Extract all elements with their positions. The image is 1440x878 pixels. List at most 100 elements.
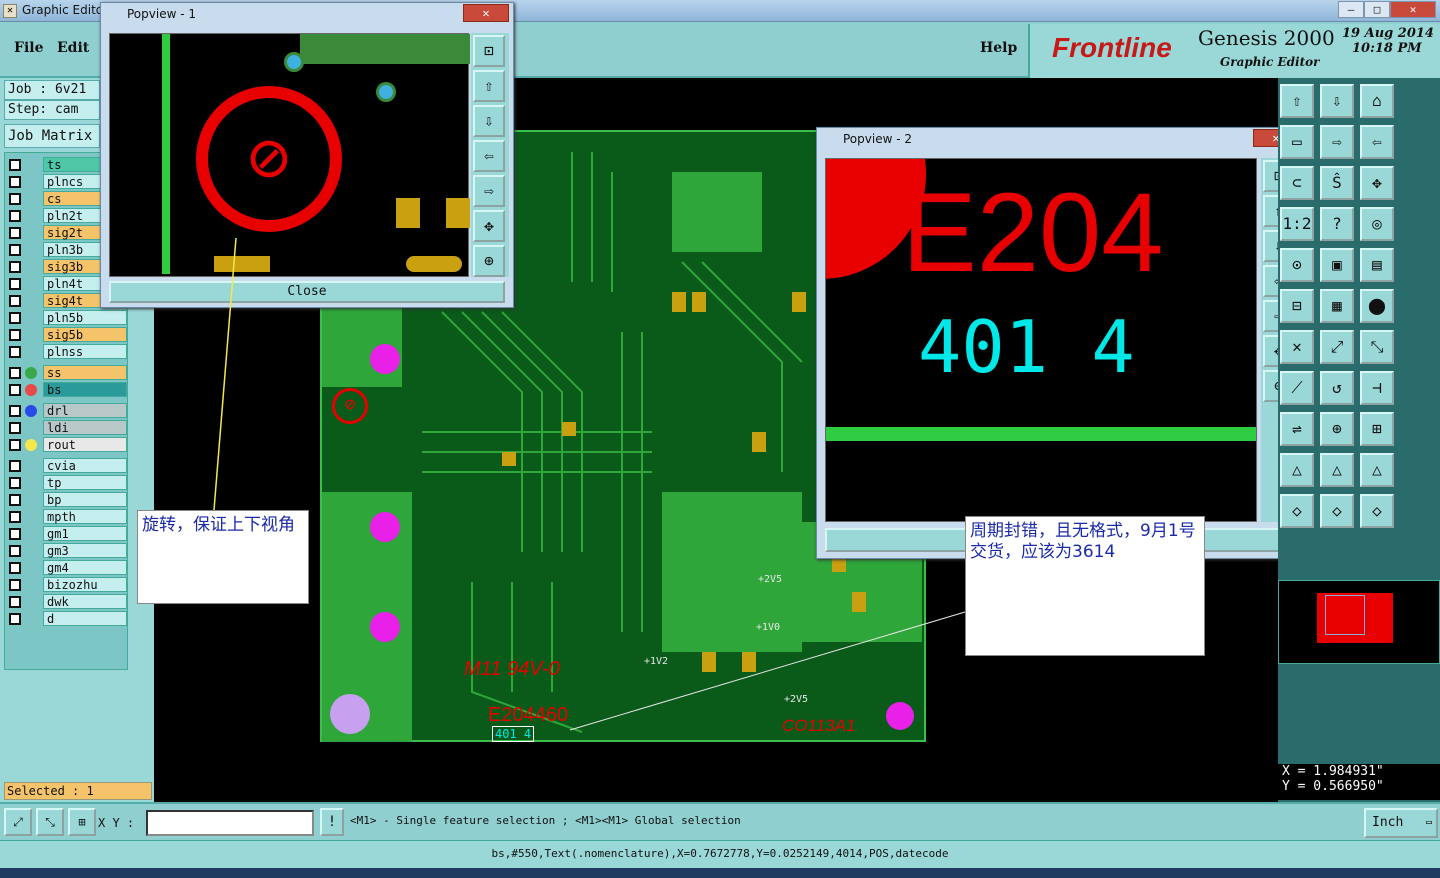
swap-icon[interactable]: ⇌ — [1280, 412, 1314, 446]
menu-file[interactable]: File — [14, 40, 43, 56]
popview-tool-3-icon[interactable]: ⇦ — [473, 140, 505, 172]
layer-checkbox[interactable] — [9, 159, 21, 171]
measure-tool-icon[interactable]: ⤢ — [4, 808, 32, 836]
delete-icon[interactable]: ✕ — [1280, 330, 1314, 364]
layer-row-dwk[interactable]: dwk — [7, 594, 127, 610]
layer-name[interactable]: ldi — [43, 420, 127, 435]
zoom-in-icon[interactable]: ⇧ — [1280, 84, 1314, 118]
layer-name[interactable]: rout — [43, 437, 127, 452]
line-icon[interactable]: ⟋ — [1280, 371, 1314, 405]
layer-checkbox[interactable] — [9, 261, 21, 273]
move-icon[interactable]: ⤢ — [1320, 330, 1354, 364]
snap-tool-icon[interactable]: ⤡ — [36, 808, 64, 836]
select-icon[interactable]: ⊙ — [1280, 248, 1314, 282]
alert-icon[interactable]: ! — [320, 808, 344, 836]
pointer-a-icon[interactable]: ◇ — [1280, 494, 1314, 528]
copy-icon[interactable]: ⤡ — [1360, 330, 1394, 364]
layer-name[interactable]: mpth — [43, 509, 127, 524]
layer-checkbox[interactable] — [9, 193, 21, 205]
layer-checkbox[interactable] — [9, 562, 21, 574]
layer-name[interactable]: dwk — [43, 594, 127, 609]
layer-row-bizozhu[interactable]: bizozhu — [7, 577, 127, 593]
layer-name[interactable]: bs — [43, 382, 127, 397]
layer-checkbox[interactable] — [9, 596, 21, 608]
xy-input[interactable] — [146, 810, 314, 836]
layer-row-mpth[interactable]: mpth — [7, 509, 127, 525]
measure-icon[interactable]: ⊟ — [1280, 289, 1314, 323]
layer-row-drl[interactable]: drl — [7, 403, 127, 419]
layer-row-pln5b[interactable]: pln5b — [7, 310, 127, 326]
triangle-a-icon[interactable]: △ — [1280, 453, 1314, 487]
layer-name[interactable]: sig5b — [43, 327, 127, 342]
layer-row-rout[interactable]: rout — [7, 437, 127, 453]
triangle-c-icon[interactable]: △ — [1360, 453, 1394, 487]
add-icon[interactable]: ⊕ — [1320, 412, 1354, 446]
layer-name[interactable]: d — [43, 611, 127, 626]
popview-tool-5-icon[interactable]: ✥ — [473, 210, 505, 242]
layer-checkbox[interactable] — [9, 346, 21, 358]
pattern-icon[interactable]: ▦ — [1320, 289, 1354, 323]
window-close-button[interactable]: ✕ — [1390, 1, 1436, 18]
home-icon[interactable]: ⌂ — [1360, 84, 1394, 118]
popview-1-close-button[interactable]: Close — [109, 281, 505, 303]
layer-row-d[interactable]: d — [7, 611, 127, 627]
layer-row-plnss[interactable]: plnss — [7, 344, 127, 360]
layer-checkbox[interactable] — [9, 545, 21, 557]
layer-checkbox[interactable] — [9, 439, 21, 451]
fit-icon[interactable]: ▭ — [1280, 125, 1314, 159]
layer-row-gm4[interactable]: gm4 — [7, 560, 127, 576]
layer-name[interactable]: gm3 — [43, 543, 127, 558]
layer-name[interactable]: cvia — [43, 458, 127, 473]
layer-row-ss[interactable]: ss — [7, 365, 127, 381]
layer-checkbox[interactable] — [9, 367, 21, 379]
popview-1-close-x[interactable]: ✕ — [463, 4, 509, 22]
layer-checkbox[interactable] — [9, 227, 21, 239]
clip-icon[interactable]: ⊂ — [1280, 166, 1314, 200]
layer-checkbox[interactable] — [9, 278, 21, 290]
mini-map[interactable] — [1278, 580, 1440, 664]
pointer-c-icon[interactable]: ◇ — [1360, 494, 1394, 528]
layer-checkbox[interactable] — [9, 312, 21, 324]
scale-icon[interactable]: 1:2 — [1280, 207, 1314, 241]
minimize-button[interactable]: — — [1338, 1, 1364, 18]
job-matrix-button[interactable]: Job Matrix — [4, 124, 100, 148]
popview-tool-0-icon[interactable]: ⊡ — [473, 35, 505, 67]
units-select[interactable]: Inch ▭ — [1364, 808, 1438, 838]
maximize-button[interactable]: □ — [1364, 1, 1390, 18]
grid-b-icon[interactable]: ▤ — [1360, 248, 1394, 282]
layer-row-bs[interactable]: bs — [7, 382, 127, 398]
pointer-b-icon[interactable]: ◇ — [1320, 494, 1354, 528]
layer-row-gm3[interactable]: gm3 — [7, 543, 127, 559]
layer-checkbox[interactable] — [9, 613, 21, 625]
layer-name[interactable]: ss — [43, 365, 127, 380]
layer-row-gm1[interactable]: gm1 — [7, 526, 127, 542]
layer-checkbox[interactable] — [9, 295, 21, 307]
layer-checkbox[interactable] — [9, 579, 21, 591]
layer-checkbox[interactable] — [9, 176, 21, 188]
layer-name[interactable]: gm4 — [43, 560, 127, 575]
layer-name[interactable]: tp — [43, 475, 127, 490]
next-icon[interactable]: ⇨ — [1320, 125, 1354, 159]
zoom-out-icon[interactable]: ⇩ — [1320, 84, 1354, 118]
layer-checkbox[interactable] — [9, 477, 21, 489]
layer-row-tp[interactable]: tp — [7, 475, 127, 491]
step-icon[interactable]: Ŝ — [1320, 166, 1354, 200]
menu-help[interactable]: Help — [980, 40, 1017, 56]
popview-tool-2-icon[interactable]: ⇩ — [473, 105, 505, 137]
layer-row-bp[interactable]: bp — [7, 492, 127, 508]
layer-checkbox[interactable] — [9, 329, 21, 341]
triangle-b-icon[interactable]: △ — [1320, 453, 1354, 487]
layer-checkbox[interactable] — [9, 244, 21, 256]
layer-checkbox[interactable] — [9, 528, 21, 540]
layer-row-sig5b[interactable]: sig5b — [7, 327, 127, 343]
layer-checkbox[interactable] — [9, 511, 21, 523]
layer-name[interactable]: drl — [43, 403, 127, 418]
popview-tool-6-icon[interactable]: ⊕ — [473, 245, 505, 277]
array-icon[interactable]: ⊞ — [1360, 412, 1394, 446]
layer-name[interactable]: bizozhu — [43, 577, 127, 592]
layer-row-cvia[interactable]: cvia — [7, 458, 127, 474]
grid-a-icon[interactable]: ▣ — [1320, 248, 1354, 282]
grid-tool-icon[interactable]: ⊞ — [68, 808, 96, 836]
fill-icon[interactable]: ⬤ — [1360, 289, 1394, 323]
layer-checkbox[interactable] — [9, 494, 21, 506]
